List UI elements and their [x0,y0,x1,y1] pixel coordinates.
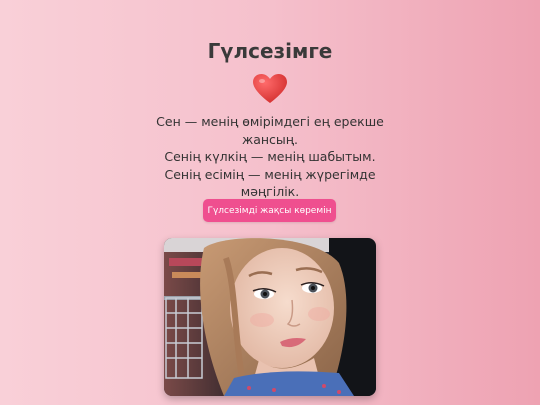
love-page: Гүлсезімге Сен — менің өмірімдегі ең ере… [0,0,540,405]
love-button[interactable]: Гүлсезімді жақсы көремін [203,199,336,222]
message-line: Сенің күлкің — менің шабытым. [164,149,376,164]
message-line: Сен — менің өмірімдегі ең ерекше [156,114,384,129]
portrait-photo [164,238,376,396]
page-title: Гүлсезімге [207,39,333,63]
love-message: Сен — менің өмірімдегі ең ерекше жансың.… [140,113,400,201]
heart-icon [253,74,287,104]
message-line: жансың. [241,131,299,147]
message-line: Сенің есімің — менің жүрегімде мәңгілік. [164,166,376,200]
